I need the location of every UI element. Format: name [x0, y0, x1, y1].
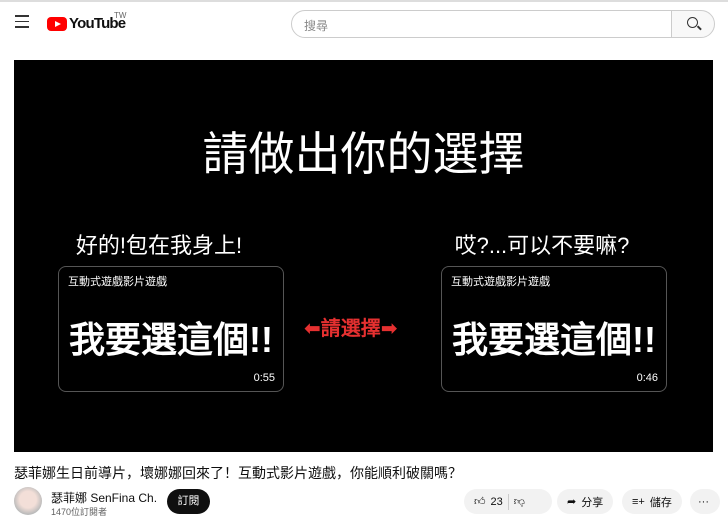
card-label: 互動式遊戲影片遊戲	[68, 276, 167, 288]
dislike-icon[interactable]: 👎︎	[514, 495, 525, 508]
card-duration: 0:55	[253, 372, 275, 384]
subscriber-count: 1470位訂閱者	[51, 507, 108, 517]
like-dislike-group: 👍︎ 23 👎︎	[464, 489, 552, 514]
divider	[507, 493, 509, 510]
save-icon: ≡+	[632, 495, 645, 508]
save-label: 儲存	[649, 496, 672, 509]
card-label: 互動式遊戲影片遊戲	[451, 276, 550, 288]
like-count[interactable]: 23	[491, 496, 503, 508]
header: YouTube TW 搜尋	[0, 2, 728, 46]
like-icon[interactable]: 👍︎	[474, 495, 486, 508]
video-heading: 請做出你的選擇	[202, 128, 525, 180]
video-player[interactable]: 請做出你的選擇 好的!包在我身上! 哎?...可以不要嘛? 互動式遊戲影片遊戲 …	[14, 60, 713, 452]
more-button[interactable]: ···	[690, 489, 720, 514]
left-choice-card[interactable]: 互動式遊戲影片遊戲 我要選這個!! 0:55	[58, 266, 284, 392]
card-text: 我要選這個!!	[452, 319, 656, 360]
share-icon: ➦	[567, 496, 577, 508]
card-duration: 0:46	[636, 372, 658, 384]
right-choice-card[interactable]: 互動式遊戲影片遊戲 我要選這個!! 0:46	[441, 266, 667, 392]
menu-icon[interactable]	[15, 15, 29, 32]
channel-avatar[interactable]	[14, 487, 42, 515]
card-text: 我要選這個!!	[69, 319, 273, 360]
save-button[interactable]: ≡+ 儲存	[622, 489, 682, 514]
search-input[interactable]: 搜尋	[291, 10, 672, 38]
video-title: 瑟菲娜生日前導片，壞娜娜回來了！互動式影片遊戲，你能順利破關嗎？	[14, 465, 462, 481]
left-option-text: 好的!包在我身上!	[75, 233, 243, 258]
region-label: TW	[114, 11, 127, 20]
play-logo-icon	[47, 16, 67, 31]
choose-prompt: ⬅請選擇➡	[304, 318, 398, 340]
channel-name[interactable]: 瑟菲娜 SenFina Ch.	[51, 489, 157, 506]
right-option-text: 哎?...可以不要嘛?	[454, 233, 630, 258]
share-button[interactable]: ➦ 分享	[557, 489, 614, 514]
share-label: 分享	[581, 496, 604, 509]
subscribe-button[interactable]: 訂閱	[167, 489, 210, 514]
search-button[interactable]	[671, 10, 715, 38]
